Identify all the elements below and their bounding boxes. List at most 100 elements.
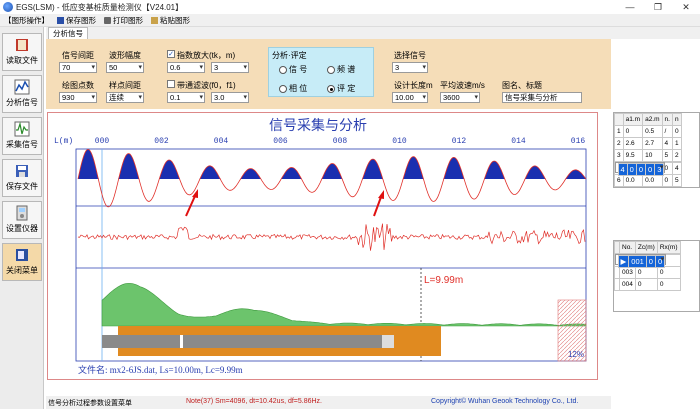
menu-paste-figure[interactable]: 粘贴图形	[151, 15, 190, 26]
defect-table-row[interactable]: 2 2.6 2.7 4 1	[614, 137, 682, 150]
analyze-signal-button[interactable]: 分析信号	[2, 75, 42, 113]
defect-table-header-cell[interactable]: a2.m	[642, 113, 663, 126]
defect-table-cell[interactable]: 2	[614, 137, 624, 150]
zone-table-cell[interactable]: 0	[654, 255, 666, 268]
defect-table-cell[interactable]: 2	[671, 149, 682, 162]
defect-table-cell[interactable]: 3	[614, 149, 624, 162]
select-signal-dropdown[interactable]: 3	[392, 62, 428, 73]
defect-table-cell[interactable]: 5	[661, 149, 673, 162]
bandpass-checkbox[interactable]	[167, 80, 175, 88]
zone-table-cell[interactable]: 003	[619, 266, 636, 279]
amplitude-label: 波形幅度	[109, 51, 141, 60]
x-tick-label: 010	[392, 137, 407, 146]
zone-table-header-cell[interactable]: Rx(m)	[656, 241, 681, 254]
zone-table-cell[interactable]: 0	[645, 255, 656, 268]
defect-table-header-cell[interactable]: n.	[661, 113, 673, 126]
zone-table-row[interactable]: 003 0 0	[614, 266, 681, 279]
tab-analyze-signal[interactable]: 分析信号	[48, 27, 88, 39]
radio-signal[interactable]: 信 号	[279, 64, 307, 75]
design-length-select[interactable]: 10.00	[392, 92, 428, 103]
exp-amp-checkbox[interactable]: ✓	[167, 50, 175, 58]
menu-label: 【图形操作】	[4, 15, 49, 25]
defect-table-cell[interactable]: 9.5	[622, 149, 644, 162]
defect-table-cell[interactable]: 10	[642, 149, 663, 162]
defect-table-cell[interactable]: 2.7	[642, 137, 663, 150]
signal-chart[interactable]: 信号采集与分析 L(m) 000 002 004 006 008 010 012 014 016…	[47, 112, 598, 380]
signal-positive-fill	[78, 149, 586, 179]
defect-table-cell[interactable]: 0	[635, 163, 647, 176]
defect-table-cell[interactable]: 0	[661, 174, 673, 187]
radio-evaluate[interactable]: 评 定	[327, 83, 355, 94]
defect-table-cell[interactable]: 0	[626, 163, 637, 176]
maximize-button[interactable]: ❐	[644, 0, 672, 14]
defect-table-cell[interactable]: 4	[661, 137, 673, 150]
defect-table-cell[interactable]: 1	[614, 125, 624, 138]
defect-table-cell[interactable]: 0.5	[642, 125, 663, 138]
save-file-button[interactable]: 保存文件	[2, 159, 42, 197]
x-tick-label: 000	[95, 137, 110, 146]
defect-table-cell[interactable]: /	[661, 125, 673, 138]
defect-table-cell[interactable]: 0	[645, 163, 656, 176]
defect-table-row[interactable]: 3 9.5 10 5 2	[614, 149, 682, 162]
defect-table-row[interactable]: 1 0 0.5/0	[614, 125, 682, 138]
zone-table-row[interactable]: 004 0 0	[614, 278, 681, 291]
defect-table-row[interactable]: 6 0.0 0.0 0 5	[614, 174, 682, 187]
defect-table-cell[interactable]: 0.0	[622, 174, 644, 187]
defect-table-cell[interactable]: 5	[671, 174, 682, 187]
acquire-signal-button[interactable]: 采集信号	[2, 117, 42, 155]
menu-save-figure[interactable]: 保存图形	[57, 15, 96, 26]
figure-title-input[interactable]: 信号采集与分析	[502, 92, 582, 103]
sidebar-label: 设置仪器	[6, 224, 38, 233]
defect-table-header-cell[interactable]: n	[671, 113, 682, 126]
zone-table-cell[interactable]: 0	[634, 278, 658, 291]
zone-table-cell[interactable]: 0	[656, 266, 681, 279]
radio-spectrum[interactable]: 频 谱	[327, 64, 355, 75]
bandpass-f1-select[interactable]: 3.0	[211, 92, 249, 103]
defect-table-row[interactable]: 40003	[614, 162, 666, 176]
minimize-button[interactable]: —	[616, 0, 644, 14]
avg-speed-select[interactable]: 3600	[440, 92, 480, 103]
paste-icon	[151, 16, 158, 24]
defect-table-cell[interactable]: 2.6	[622, 137, 644, 150]
defect-table-cell[interactable]: 4	[617, 163, 628, 176]
defect-table-cell[interactable]: 3	[654, 163, 665, 176]
defect-table-cell[interactable]: 1	[671, 137, 682, 150]
zone-table-cell[interactable]: 001	[628, 255, 647, 268]
window-title: EGS(LSM) - 低应变基桩质量检测仪【V24.01】	[16, 2, 184, 12]
radio-dot	[279, 65, 287, 74]
read-file-button[interactable]: 读取文件	[2, 33, 42, 71]
close-button[interactable]: ✕	[672, 0, 700, 14]
zone-table-header-cell[interactable]: No.	[619, 241, 636, 254]
radio-dot	[279, 84, 287, 93]
zone-table-header-cell[interactable]: Zc(m)	[634, 241, 658, 254]
defect-table-header-cell[interactable]: a1.m	[622, 113, 644, 126]
defect-table-cell[interactable]: 0	[671, 125, 682, 138]
sample-interval-select[interactable]: 70	[59, 62, 97, 73]
sample-mode-select[interactable]: 连续	[106, 92, 144, 103]
points-select[interactable]: 930	[59, 92, 97, 103]
defect-table-cell[interactable]: 0	[622, 125, 644, 138]
zone-table-row[interactable]: ▶ 001 0 0	[614, 254, 667, 268]
zone-table-header-row: No. Zc(m) Rx(m)	[614, 241, 681, 254]
radio-phase[interactable]: 相 位	[279, 83, 307, 94]
defect-table-cell[interactable]: 0.0	[642, 174, 663, 187]
exp-amp-m-select[interactable]: 3	[211, 62, 249, 73]
bandpass-f0-select[interactable]: 0.1	[167, 92, 205, 103]
setup-instrument-button[interactable]: 设置仪器	[2, 201, 42, 239]
menu-graphics-ops[interactable]: 【图形操作】	[4, 15, 49, 26]
amplitude-select[interactable]: 50	[106, 62, 144, 73]
defect-table-header-row: a1.m a2.m n. n	[614, 113, 682, 126]
zone-table-cell[interactable]: 004	[619, 278, 636, 291]
filtered-trace	[77, 223, 586, 251]
defect-table-cell[interactable]: 4	[671, 162, 682, 175]
close-menu-button[interactable]: 关闭菜单	[2, 243, 42, 281]
design-length-label: 设计长度m	[394, 81, 433, 90]
zone-table-cell[interactable]: 0	[634, 266, 658, 279]
defect-table-cell[interactable]: 6	[614, 174, 624, 187]
menu-print-figure[interactable]: 打印图形	[104, 15, 143, 26]
zone-table-cell[interactable]: 0	[656, 278, 681, 291]
waveform-icon	[14, 121, 30, 137]
x-tick-label: 014	[511, 137, 526, 146]
exp-amp-k-select[interactable]: 0.6	[167, 62, 205, 73]
defect-table-header-cell[interactable]	[614, 113, 624, 126]
